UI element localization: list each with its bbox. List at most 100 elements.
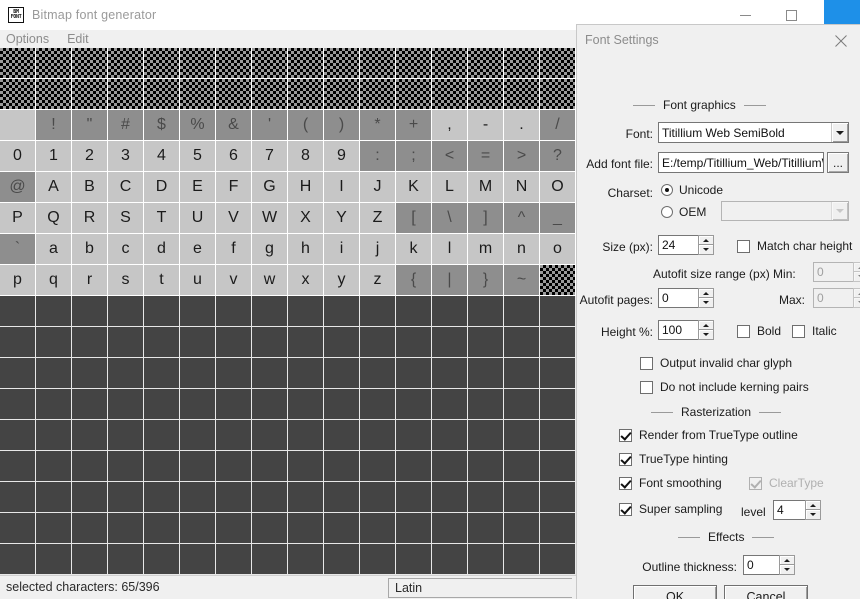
char-cell[interactable] [324, 513, 360, 544]
char-cell[interactable] [432, 79, 468, 110]
char-cell[interactable] [324, 79, 360, 110]
browse-font-file-button[interactable]: ... [827, 152, 849, 173]
char-cell[interactable] [108, 513, 144, 544]
char-cell[interactable] [108, 544, 144, 575]
char-cell[interactable] [72, 420, 108, 451]
char-cell[interactable]: ^ [504, 203, 540, 234]
menu-item-options[interactable]: Options [0, 30, 58, 48]
char-cell[interactable]: % [180, 110, 216, 141]
char-cell[interactable]: g [252, 234, 288, 265]
char-cell[interactable]: _ [540, 203, 576, 234]
char-cell[interactable] [216, 79, 252, 110]
match-char-height-checkbox[interactable]: Match char height [737, 239, 852, 253]
char-cell[interactable]: o [540, 234, 576, 265]
char-cell[interactable] [108, 48, 144, 79]
char-cell[interactable] [252, 296, 288, 327]
char-cell[interactable] [0, 327, 36, 358]
height-percent-spinner-down-icon[interactable] [698, 330, 714, 340]
char-cell[interactable] [216, 482, 252, 513]
char-cell[interactable]: 6 [216, 141, 252, 172]
char-cell[interactable] [324, 48, 360, 79]
char-cell[interactable] [432, 544, 468, 575]
char-cell[interactable]: Q [36, 203, 72, 234]
ok-button[interactable]: OK [633, 585, 717, 599]
char-cell[interactable] [36, 79, 72, 110]
menu-item-edit[interactable]: Edit [58, 30, 98, 48]
char-cell[interactable] [72, 482, 108, 513]
char-cell[interactable]: 3 [108, 141, 144, 172]
char-cell[interactable] [216, 358, 252, 389]
char-cell[interactable]: s [108, 265, 144, 296]
supersampling-level-spinner[interactable]: 4 [773, 500, 821, 520]
char-cell[interactable]: r [72, 265, 108, 296]
render-from-truetype-outline-checkbox[interactable]: Render from TrueType outline [619, 428, 798, 442]
size-spinner-up-icon[interactable] [698, 235, 714, 245]
char-cell[interactable]: W [252, 203, 288, 234]
char-cell[interactable] [288, 358, 324, 389]
char-cell[interactable] [216, 451, 252, 482]
char-cell[interactable] [432, 327, 468, 358]
charset-oem-combobox[interactable] [721, 201, 849, 221]
char-cell[interactable] [108, 327, 144, 358]
italic-checkbox[interactable]: Italic [792, 324, 837, 338]
autofit-max-spinner[interactable]: 0 [813, 288, 860, 308]
char-cell[interactable]: ( [288, 110, 324, 141]
char-cell[interactable] [72, 358, 108, 389]
char-cell[interactable] [540, 296, 576, 327]
char-cell[interactable] [432, 451, 468, 482]
char-cell[interactable]: & [216, 110, 252, 141]
super-sampling-checkbox[interactable]: Super sampling [619, 502, 722, 516]
char-cell[interactable]: $ [144, 110, 180, 141]
char-cell[interactable] [396, 327, 432, 358]
char-cell[interactable] [324, 544, 360, 575]
char-cell[interactable] [540, 358, 576, 389]
char-cell[interactable] [252, 513, 288, 544]
char-cell[interactable] [72, 327, 108, 358]
char-cell[interactable] [180, 327, 216, 358]
char-cell[interactable] [216, 513, 252, 544]
char-cell[interactable] [540, 389, 576, 420]
char-cell[interactable]: " [72, 110, 108, 141]
char-cell[interactable] [252, 327, 288, 358]
char-cell[interactable]: c [108, 234, 144, 265]
char-cell[interactable] [144, 358, 180, 389]
char-cell[interactable] [360, 544, 396, 575]
char-cell[interactable] [396, 544, 432, 575]
char-cell[interactable]: G [252, 172, 288, 203]
char-cell[interactable]: u [180, 265, 216, 296]
char-cell[interactable] [180, 358, 216, 389]
char-cell[interactable]: C [108, 172, 144, 203]
char-cell[interactable] [108, 451, 144, 482]
autofit-pages-spinner[interactable]: 0 [658, 288, 714, 308]
char-cell[interactable]: 0 [0, 141, 36, 172]
char-cell[interactable] [396, 513, 432, 544]
char-cell[interactable]: ~ [504, 265, 540, 296]
cleartype-checkbox[interactable]: ClearType [749, 476, 824, 490]
autofit-min-spinner[interactable]: 0 [813, 262, 860, 282]
char-cell[interactable] [324, 296, 360, 327]
char-cell[interactable] [144, 327, 180, 358]
char-cell[interactable] [360, 513, 396, 544]
char-cell[interactable]: + [396, 110, 432, 141]
char-cell[interactable]: 2 [72, 141, 108, 172]
char-cell[interactable] [0, 482, 36, 513]
char-cell[interactable] [144, 451, 180, 482]
char-cell[interactable]: K [396, 172, 432, 203]
char-cell[interactable] [0, 544, 36, 575]
char-cell[interactable] [504, 482, 540, 513]
char-cell[interactable]: O [540, 172, 576, 203]
char-cell[interactable] [252, 358, 288, 389]
char-cell[interactable] [468, 327, 504, 358]
char-cell[interactable] [0, 451, 36, 482]
char-cell[interactable] [288, 389, 324, 420]
char-cell[interactable] [432, 358, 468, 389]
char-cell[interactable] [72, 389, 108, 420]
char-cell[interactable] [468, 420, 504, 451]
char-cell[interactable] [396, 389, 432, 420]
char-cell[interactable] [252, 48, 288, 79]
char-cell[interactable] [432, 482, 468, 513]
char-cell[interactable] [0, 296, 36, 327]
char-cell[interactable]: Z [360, 203, 396, 234]
char-cell[interactable] [288, 420, 324, 451]
char-cell[interactable]: - [468, 110, 504, 141]
